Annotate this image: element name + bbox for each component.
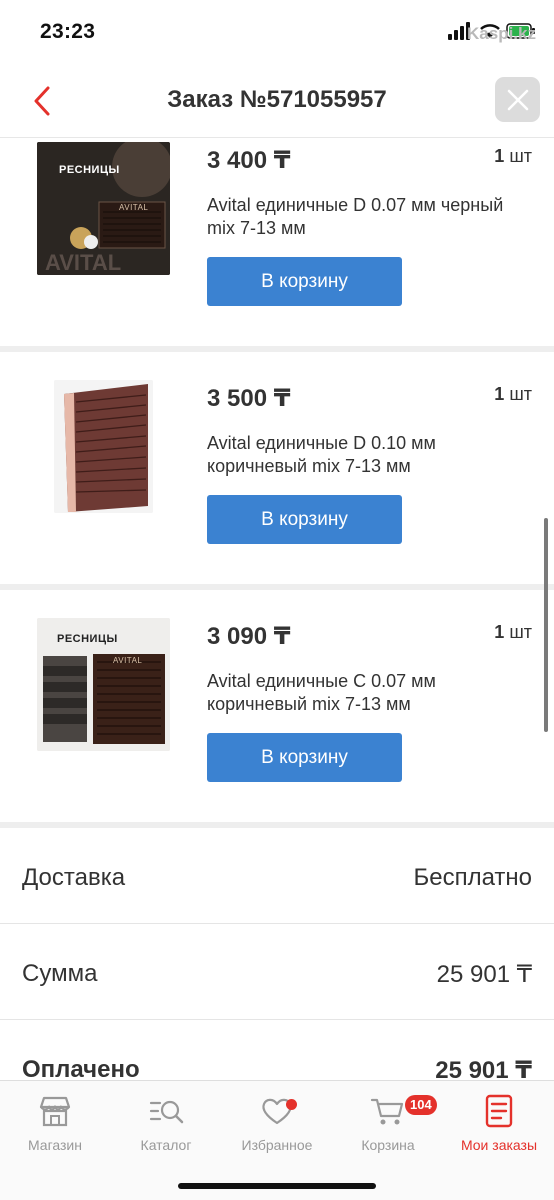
item-name[interactable]: Avital единичные D 0.07 мм черный mix 7-… — [207, 194, 507, 240]
product-image-caption: РЕСНИЦЫ — [57, 633, 118, 645]
item-qty-value: 1 — [494, 622, 505, 642]
scrollbar[interactable] — [544, 518, 548, 732]
add-to-cart-button[interactable]: В корзину — [207, 733, 402, 782]
product-image-brand: AVITAL — [113, 656, 143, 665]
tab-label: Корзина — [361, 1137, 415, 1153]
close-icon — [507, 89, 528, 110]
tab-catalog[interactable]: Каталог — [111, 1091, 221, 1153]
shop-icon — [39, 1096, 71, 1127]
item-qty-value: 1 — [494, 384, 505, 404]
favorites-notification-dot — [286, 1099, 297, 1110]
paid-row: Оплачено 25 901 ₸ — [0, 1020, 554, 1080]
item-qty: 1 шт — [494, 146, 532, 167]
item-qty: 1 шт — [494, 384, 532, 405]
order-item: 3 500 ₸ 1 шт Avital единичные D 0.10 мм … — [0, 352, 554, 584]
item-qty-unit: шт — [509, 622, 532, 642]
paid-value: 25 901 ₸ — [435, 1057, 532, 1080]
cart-icon — [370, 1098, 404, 1125]
product-image-graphic: AVITAL — [37, 142, 170, 275]
product-image-graphic — [54, 380, 153, 513]
product-image-caption: РЕСНИЦЫ — [59, 164, 120, 176]
delivery-row: Доставка Бесплатно — [0, 828, 554, 924]
status-time: 23:23 — [40, 20, 96, 43]
item-price: 3 500 ₸ — [207, 385, 291, 412]
order-item: AVITAL РЕСНИЦЫ AVITAL 3 400 ₸ 1 шт Avita… — [0, 138, 554, 346]
tab-cart[interactable]: 104 Корзина — [333, 1091, 443, 1153]
item-name[interactable]: Avital единичные D 0.10 мм коричневый mi… — [207, 432, 507, 478]
tab-shop[interactable]: Магазин — [0, 1091, 110, 1153]
tab-label: Каталог — [140, 1137, 192, 1153]
product-image[interactable]: AVITAL РЕСНИЦЫ AVITAL — [37, 142, 170, 275]
heart-icon — [262, 1098, 292, 1125]
status-icons: Kaspi.kz — [448, 22, 536, 43]
item-qty-unit: шт — [509, 146, 532, 166]
item-price: 3 400 ₸ — [207, 147, 291, 174]
sum-row: Сумма 25 901 ₸ — [0, 924, 554, 1020]
tab-bar: Магазин Каталог Избранное 104 Корзина Мо… — [0, 1080, 554, 1200]
sum-value: 25 901 ₸ — [436, 961, 532, 988]
delivery-label: Доставка — [22, 864, 126, 891]
add-to-cart-button[interactable]: В корзину — [207, 495, 402, 544]
tab-label: Избранное — [241, 1137, 313, 1153]
product-image[interactable] — [54, 380, 153, 513]
item-price: 3 090 ₸ — [207, 623, 291, 650]
tab-label: Магазин — [27, 1137, 82, 1153]
item-qty-value: 1 — [494, 146, 505, 166]
watermark: Kaspi.kz — [467, 24, 536, 43]
product-image-brand: AVITAL — [119, 203, 149, 212]
svg-text:AVITAL: AVITAL — [45, 250, 121, 275]
status-bar: 23:23 Kaspi.kz — [0, 0, 554, 66]
cart-badge: 104 — [405, 1095, 437, 1115]
paid-label: Оплачено — [22, 1056, 140, 1080]
order-item: РЕСНИЦЫ AVITAL 3 090 ₸ 1 шт Avital едини… — [0, 590, 554, 822]
item-qty-unit: шт — [509, 384, 532, 404]
tab-favorites[interactable]: Избранное — [222, 1091, 332, 1153]
product-image[interactable]: РЕСНИЦЫ AVITAL — [37, 618, 170, 751]
page-title: Заказ №571055957 — [167, 86, 387, 113]
delivery-value: Бесплатно — [413, 864, 532, 891]
catalog-search-icon — [149, 1100, 184, 1124]
order-content: AVITAL РЕСНИЦЫ AVITAL 3 400 ₸ 1 шт Avita… — [0, 138, 554, 1080]
item-qty: 1 шт — [494, 622, 532, 643]
close-button[interactable] — [495, 77, 540, 122]
add-to-cart-button[interactable]: В корзину — [207, 257, 402, 306]
sum-label: Сумма — [22, 960, 98, 987]
orders-icon — [485, 1094, 513, 1128]
tab-label: Мои заказы — [460, 1137, 538, 1153]
header: Заказ №571055957 — [0, 66, 554, 138]
item-name[interactable]: Avital единичные С 0.07 мм коричневый mi… — [207, 670, 507, 716]
tab-my-orders[interactable]: Мои заказы — [444, 1091, 554, 1153]
home-indicator — [178, 1183, 376, 1189]
